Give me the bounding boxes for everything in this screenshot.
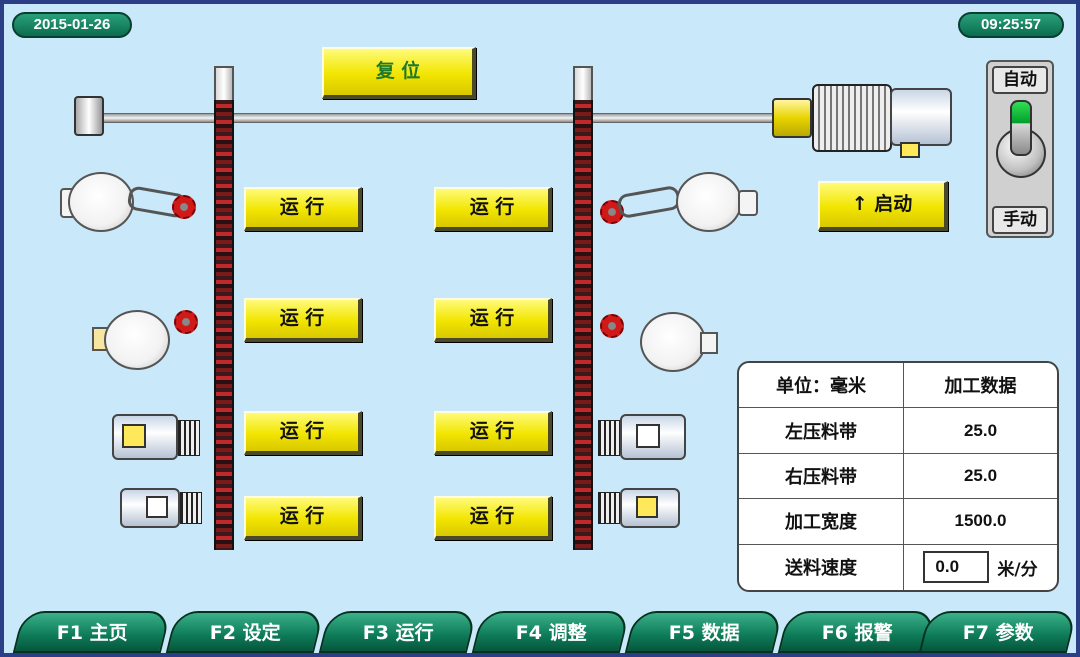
table-row: 送料速度 0.0 米/分 (739, 544, 1057, 590)
gear-motor-left-2-terminal-icon (146, 496, 168, 518)
cutter-gear-left-1-icon (172, 195, 196, 219)
feed-speed-cell: 0.0 米/分 (904, 545, 1057, 590)
cutter-bracket-right-1 (738, 190, 758, 216)
start-button[interactable]: ↑ 启动 (818, 181, 948, 231)
cutter-motor-right-1-icon (676, 172, 742, 232)
tab-label: F3 运行 (362, 622, 434, 644)
gear-motor-left-1-terminal-icon (122, 424, 146, 448)
mode-auto-label: 自动 (992, 66, 1048, 94)
run-button-right-4[interactable]: 运 行 (434, 496, 552, 540)
mode-switch-knob-icon (1010, 100, 1032, 156)
function-key-bar: F1 主页 F2 设定 F3 运行 F4 调整 F5 数据 F6 报警 F7 参… (4, 609, 1078, 653)
cutter-motor-left-1-icon (68, 172, 134, 232)
cutter-gear-right-2-icon (600, 314, 624, 338)
feed-speed-label: 送料速度 (739, 544, 904, 590)
cutter-motor-left-2-icon (104, 310, 170, 370)
run-button-right-2[interactable]: 运 行 (434, 298, 552, 342)
cutter-gear-left-2-icon (174, 310, 198, 334)
drive-motor-body-icon (812, 84, 892, 152)
cutter-bracket-right-2 (700, 332, 718, 354)
gear-motor-left-1-flange (178, 420, 200, 456)
tab-label: F1 主页 (56, 622, 128, 644)
tab-f5-data[interactable]: F5 数据 (624, 611, 784, 653)
date-display: 2015-01-26 (12, 12, 132, 38)
tab-label: F4 调整 (515, 622, 587, 644)
run-button-left-1[interactable]: 运 行 (244, 187, 362, 231)
gear-motor-right-1-terminal-icon (636, 424, 660, 448)
run-button-left-2[interactable]: 运 行 (244, 298, 362, 342)
feed-speed-unit: 米/分 (997, 559, 1038, 580)
reset-button[interactable]: 复 位 (322, 47, 476, 99)
table-row: 左压料带 25.0 (739, 408, 1057, 454)
right-chain (573, 100, 593, 550)
top-shaft (95, 113, 795, 123)
right-press-belt-value[interactable]: 25.0 (904, 454, 1057, 498)
drive-motor-icon (890, 88, 952, 146)
tab-label: F6 报警 (821, 622, 893, 644)
shaft-coupling-left-icon (74, 96, 104, 136)
tab-f4-adjust[interactable]: F4 调整 (471, 611, 631, 653)
left-press-belt-value[interactable]: 25.0 (904, 408, 1057, 452)
left-press-belt-label: 左压料带 (739, 408, 904, 453)
tab-label: F7 参数 (962, 622, 1034, 644)
right-chain-cap-icon (573, 66, 593, 102)
tab-f7-parameters[interactable]: F7 参数 (918, 611, 1078, 653)
table-row: 右压料带 25.0 (739, 453, 1057, 500)
process-data-table: 单位：毫米 加工数据 左压料带 25.0 右压料带 25.0 加工宽度 1500… (737, 361, 1059, 592)
left-chain-cap-icon (214, 66, 234, 102)
tab-f2-settings[interactable]: F2 设定 (165, 611, 325, 653)
process-width-label: 加工宽度 (739, 499, 904, 544)
gear-motor-left-2-flange (180, 492, 202, 524)
run-button-left-4[interactable]: 运 行 (244, 496, 362, 540)
right-press-belt-label: 右压料带 (739, 453, 904, 499)
run-button-right-1[interactable]: 运 行 (434, 187, 552, 231)
time-display: 09:25:57 (958, 12, 1064, 38)
tab-f1-home[interactable]: F1 主页 (12, 611, 172, 653)
left-chain (214, 100, 234, 550)
run-button-right-3[interactable]: 运 行 (434, 411, 552, 455)
tab-f6-alarm[interactable]: F6 报警 (777, 611, 937, 653)
mode-manual-label: 手动 (992, 206, 1048, 234)
drive-motor-gearbox-icon (772, 98, 812, 138)
cutter-motor-right-2-icon (640, 312, 706, 372)
run-button-left-3[interactable]: 运 行 (244, 411, 362, 455)
drive-motor-terminal-icon (900, 142, 920, 158)
table-header-row: 单位：毫米 加工数据 (739, 363, 1057, 409)
tab-f3-run[interactable]: F3 运行 (318, 611, 478, 653)
tab-label: F2 设定 (209, 622, 281, 644)
unit-header: 单位：毫米 (739, 363, 904, 408)
gear-motor-right-1-flange (598, 420, 620, 456)
feed-speed-input[interactable]: 0.0 (923, 551, 990, 584)
process-width-value[interactable]: 1500.0 (904, 499, 1057, 543)
data-header: 加工数据 (944, 376, 1017, 398)
mode-switch[interactable]: 自动 手动 (986, 60, 1054, 238)
table-row: 加工宽度 1500.0 (739, 499, 1057, 545)
tab-label: F5 数据 (668, 622, 740, 644)
gear-motor-right-2-flange (598, 492, 620, 524)
gear-motor-right-2-terminal-icon (636, 496, 658, 518)
